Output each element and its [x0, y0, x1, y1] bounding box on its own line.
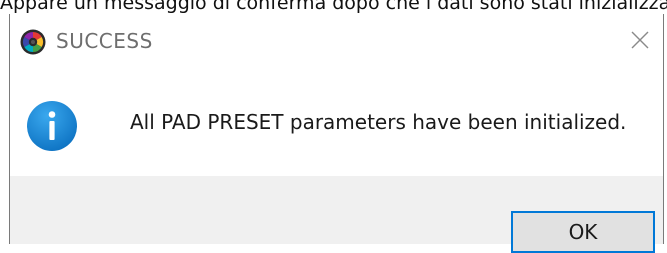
dialog-title: SUCCESS	[56, 29, 153, 53]
app-icon	[20, 29, 46, 55]
info-icon	[27, 101, 77, 151]
dialog-content: All PAD PRESET parameters have been init…	[10, 72, 663, 176]
ok-button[interactable]: OK	[511, 211, 655, 253]
dialog-message: All PAD PRESET parameters have been init…	[130, 110, 627, 134]
close-button[interactable]	[617, 14, 663, 66]
close-icon	[631, 31, 649, 49]
dialog-footer: OK	[10, 176, 663, 253]
caption-text: Appare un messaggio di conferma dopo che…	[0, 0, 667, 14]
success-dialog: SUCCESS All PAD PRESET parameters have b…	[9, 14, 664, 253]
background-caption: Appare un messaggio di conferma dopo che…	[0, 0, 667, 14]
dialog-titlebar[interactable]: SUCCESS	[10, 14, 663, 72]
